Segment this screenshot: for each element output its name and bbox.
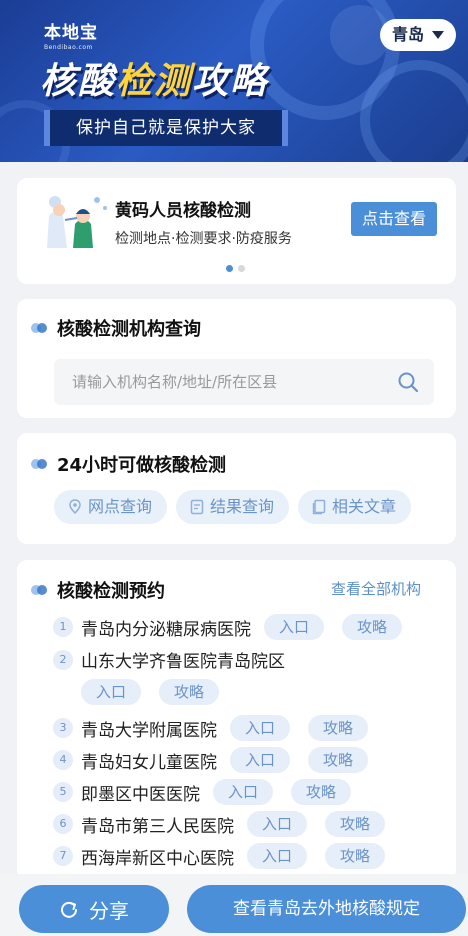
bottom-action-bar: 分享 查看青岛去外地核酸规定 bbox=[0, 874, 468, 936]
section-header: 24小时可做核酸检测 bbox=[31, 451, 226, 477]
location-pin-icon bbox=[69, 499, 81, 515]
hospital-index: 1 bbox=[53, 617, 73, 637]
hospital-row: 7 西海岸新区中心医院 入口 攻略 bbox=[53, 843, 403, 869]
brand-logo: 本地宝 Bendibao.com bbox=[44, 18, 98, 51]
hospital-name[interactable]: 青岛市第三人民医院 bbox=[81, 812, 234, 837]
doctor-testing-illustration bbox=[47, 196, 107, 248]
caret-down-icon bbox=[432, 31, 444, 39]
hospital-index: 4 bbox=[53, 750, 73, 770]
result-query-button[interactable]: 结果查询 bbox=[176, 490, 290, 524]
brand-name: 本地宝 bbox=[44, 23, 98, 43]
report-icon bbox=[190, 499, 204, 515]
hospital-index: 7 bbox=[53, 846, 73, 866]
carousel-dot-active[interactable] bbox=[226, 265, 233, 272]
banner-slogan: 保护自己就是保护大家 bbox=[44, 110, 288, 146]
view-all-institutions-link[interactable]: 查看全部机构 bbox=[331, 578, 421, 599]
banner-title-highlight: 检测 bbox=[116, 61, 193, 102]
section-title: 24小时可做核酸检测 bbox=[57, 455, 227, 476]
share-icon bbox=[61, 901, 77, 918]
quick-links: 网点查询 结果查询 相关文章 bbox=[54, 490, 412, 524]
entry-button[interactable]: 入口 bbox=[247, 843, 308, 869]
hospital-name[interactable]: 山东大学齐鲁医院青岛院区 bbox=[81, 647, 285, 672]
promo-carousel[interactable]: 黄码人员核酸检测 检测地点·检测要求·防疫服务 点击查看 bbox=[17, 178, 456, 284]
hospital-row: 5 即墨区中医医院 入口 攻略 bbox=[53, 779, 369, 805]
travel-rules-button[interactable]: 查看青岛去外地核酸规定 bbox=[187, 885, 466, 933]
entry-button[interactable]: 入口 bbox=[264, 614, 325, 640]
document-icon bbox=[312, 499, 326, 515]
hospital-row: 2 山东大学齐鲁医院青岛院区 bbox=[53, 647, 298, 672]
pill-label: 网点查询 bbox=[88, 497, 153, 516]
bullet-dots-icon bbox=[31, 585, 47, 595]
bullet-dots-icon bbox=[31, 323, 47, 333]
hospital-index: 5 bbox=[53, 782, 73, 802]
hospital-name[interactable]: 青岛妇女儿童医院 bbox=[81, 748, 217, 773]
hospital-name[interactable]: 青岛内分泌糖尿病医院 bbox=[81, 615, 251, 640]
section-title: 核酸检测预约 bbox=[57, 581, 165, 602]
entry-button[interactable]: 入口 bbox=[230, 715, 291, 741]
share-label: 分享 bbox=[89, 898, 129, 923]
search-input[interactable] bbox=[72, 359, 392, 405]
guide-button[interactable]: 攻略 bbox=[325, 811, 386, 837]
section-header: 核酸检测预约 bbox=[31, 577, 165, 603]
banner-title-part1: 核酸 bbox=[40, 61, 117, 102]
related-articles-button[interactable]: 相关文章 bbox=[298, 490, 412, 524]
hospital-index: 6 bbox=[53, 814, 73, 834]
pill-label: 相关文章 bbox=[332, 497, 397, 516]
hospital-row: 1 青岛内分泌糖尿病医院 入口 攻略 bbox=[53, 614, 420, 640]
share-button[interactable]: 分享 bbox=[19, 885, 169, 933]
guide-button[interactable]: 攻略 bbox=[342, 614, 403, 640]
guide-button[interactable]: 攻略 bbox=[308, 747, 369, 773]
entry-button[interactable]: 入口 bbox=[247, 811, 308, 837]
header-banner: 本地宝 Bendibao.com 核酸检测攻略 保护自己就是保护大家 青岛 bbox=[0, 0, 468, 162]
banner-title-part2: 攻略 bbox=[192, 61, 269, 102]
hospital-index: 2 bbox=[53, 649, 73, 670]
guide-button[interactable]: 攻略 bbox=[308, 715, 369, 741]
carousel-indicator bbox=[226, 265, 245, 272]
brand-domain: Bendibao.com bbox=[44, 44, 93, 51]
booking-card: 核酸检测预约 查看全部机构 1 青岛内分泌糖尿病医院 入口 攻略 2 山东大学齐… bbox=[17, 560, 456, 880]
institution-search-card: 核酸检测机构查询 bbox=[17, 299, 456, 418]
hospital-actions: 入口 攻略 bbox=[81, 679, 237, 705]
entry-button[interactable]: 入口 bbox=[230, 747, 291, 773]
section-title: 核酸检测机构查询 bbox=[57, 319, 201, 340]
search-icon[interactable] bbox=[397, 371, 419, 393]
banner-title: 核酸检测攻略 bbox=[40, 52, 268, 104]
hospital-name[interactable]: 青岛大学附属医院 bbox=[81, 716, 217, 741]
site-query-button[interactable]: 网点查询 bbox=[54, 490, 168, 524]
promo-subtitle: 检测地点·检测要求·防疫服务 bbox=[115, 231, 292, 247]
city-selector[interactable]: 青岛 bbox=[380, 19, 456, 51]
hospital-name[interactable]: 西海岸新区中心医院 bbox=[81, 844, 234, 869]
bullet-dots-icon bbox=[31, 459, 47, 469]
guide-button[interactable]: 攻略 bbox=[291, 779, 352, 805]
entry-button[interactable]: 入口 bbox=[213, 779, 274, 805]
hospital-name[interactable]: 即墨区中医医院 bbox=[81, 780, 200, 805]
hospital-row: 4 青岛妇女儿童医院 入口 攻略 bbox=[53, 747, 386, 773]
pill-label: 结果查询 bbox=[210, 497, 275, 516]
guide-button[interactable]: 攻略 bbox=[159, 679, 220, 705]
section-header: 核酸检测机构查询 bbox=[31, 315, 201, 341]
entry-button[interactable]: 入口 bbox=[81, 679, 142, 705]
hospital-row: 3 青岛大学附属医院 入口 攻略 bbox=[53, 715, 386, 741]
hospital-index: 3 bbox=[53, 718, 73, 738]
hospital-row: 6 青岛市第三人民医院 入口 攻略 bbox=[53, 811, 403, 837]
search-box[interactable] bbox=[54, 359, 434, 405]
carousel-dot[interactable] bbox=[238, 265, 245, 272]
view-details-button[interactable]: 点击查看 bbox=[351, 202, 437, 236]
promo-title: 黄码人员核酸检测 bbox=[115, 201, 251, 221]
guide-button[interactable]: 攻略 bbox=[325, 843, 386, 869]
city-name: 青岛 bbox=[392, 25, 425, 44]
allday-testing-card: 24小时可做核酸检测 网点查询 结果查询 相关文章 bbox=[17, 433, 456, 544]
